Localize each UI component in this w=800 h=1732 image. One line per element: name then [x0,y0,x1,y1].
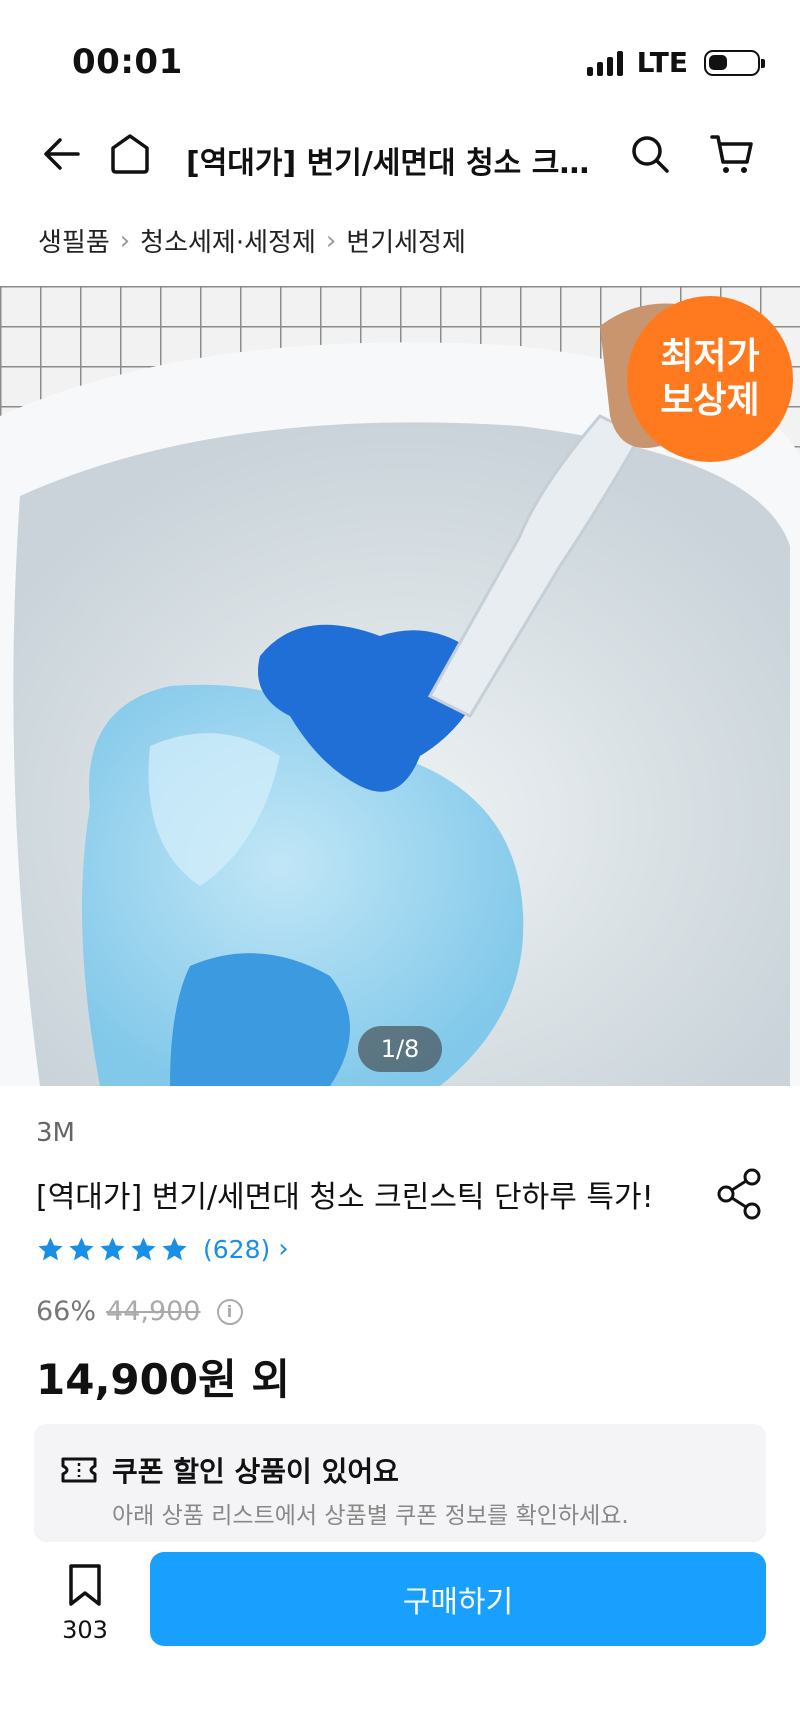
search-icon[interactable] [624,128,676,180]
cart-icon[interactable] [706,128,758,180]
breadcrumb: 생필품 › 청소세제·세정제 › 변기세정제 [38,222,466,259]
breadcrumb-item-2[interactable]: 청소세제·세정제 [140,222,316,259]
coupon-title: 쿠폰 할인 상품이 있어요 [112,1455,399,1488]
home-icon[interactable] [104,128,156,180]
star-icon [69,1236,94,1260]
review-count[interactable]: (628) [203,1235,270,1264]
top-nav: [역대가] 변기/세면대 청소 크린… [0,110,800,200]
bottom-action-bar: 303 구매하기 [0,1542,800,1732]
status-bar: 00:01 LTE [0,0,800,100]
info-icon[interactable]: i [216,1298,243,1325]
badge-line-2: 보상제 [660,380,760,421]
breadcrumb-item-1[interactable]: 생필품 [38,222,110,259]
bookmark-count: 303 [62,1616,108,1644]
status-time: 00:01 [72,42,183,82]
breadcrumb-item-3[interactable]: 변기세정제 [346,222,466,259]
star-icon [131,1236,156,1260]
coupon-icon [61,1457,97,1483]
coupon-subtitle: 아래 상품 리스트에서 상품별 쿠폰 정보를 확인하세요. [112,1503,629,1529]
signal-icon [586,50,623,76]
back-arrow-icon[interactable] [36,128,88,180]
original-price: 44,900 [106,1296,201,1327]
badge-line-1: 최저가 [660,336,760,377]
share-icon[interactable] [712,1166,768,1222]
coupon-notice[interactable]: 쿠폰 할인 상품이 있어요 아래 상품 리스트에서 상품별 쿠폰 정보를 확인하… [34,1424,766,1542]
rating-row[interactable]: (628) › [36,1234,289,1264]
page-title: [역대가] 변기/세면대 청소 크린… [186,146,606,181]
image-pager: 1/8 [358,1026,442,1072]
bookmark-button[interactable]: 303 [50,1562,120,1662]
network-type: LTE [636,46,688,79]
bookmark-icon [69,1564,101,1606]
sale-price: 14,900원 외 [36,1355,290,1404]
discount-rate: 66% [36,1296,97,1327]
star-icon [162,1236,187,1260]
price-row: 66% 44,900 i [36,1296,243,1327]
chevron-right-icon: › [278,1234,289,1264]
product-title: [역대가] 변기/세면대 청소 크린스틱 단하루 특가! [36,1180,654,1215]
star-icon [38,1236,63,1260]
chevron-right-icon: › [119,225,131,256]
battery-icon [704,49,765,76]
chevron-right-icon: › [325,225,337,256]
brand-name[interactable]: 3M [36,1118,75,1148]
star-icon [100,1236,125,1260]
lowest-price-badge: 최저가 보상제 [627,296,793,462]
buy-button[interactable]: 구매하기 [150,1552,766,1646]
status-indicators: LTE [586,46,765,79]
